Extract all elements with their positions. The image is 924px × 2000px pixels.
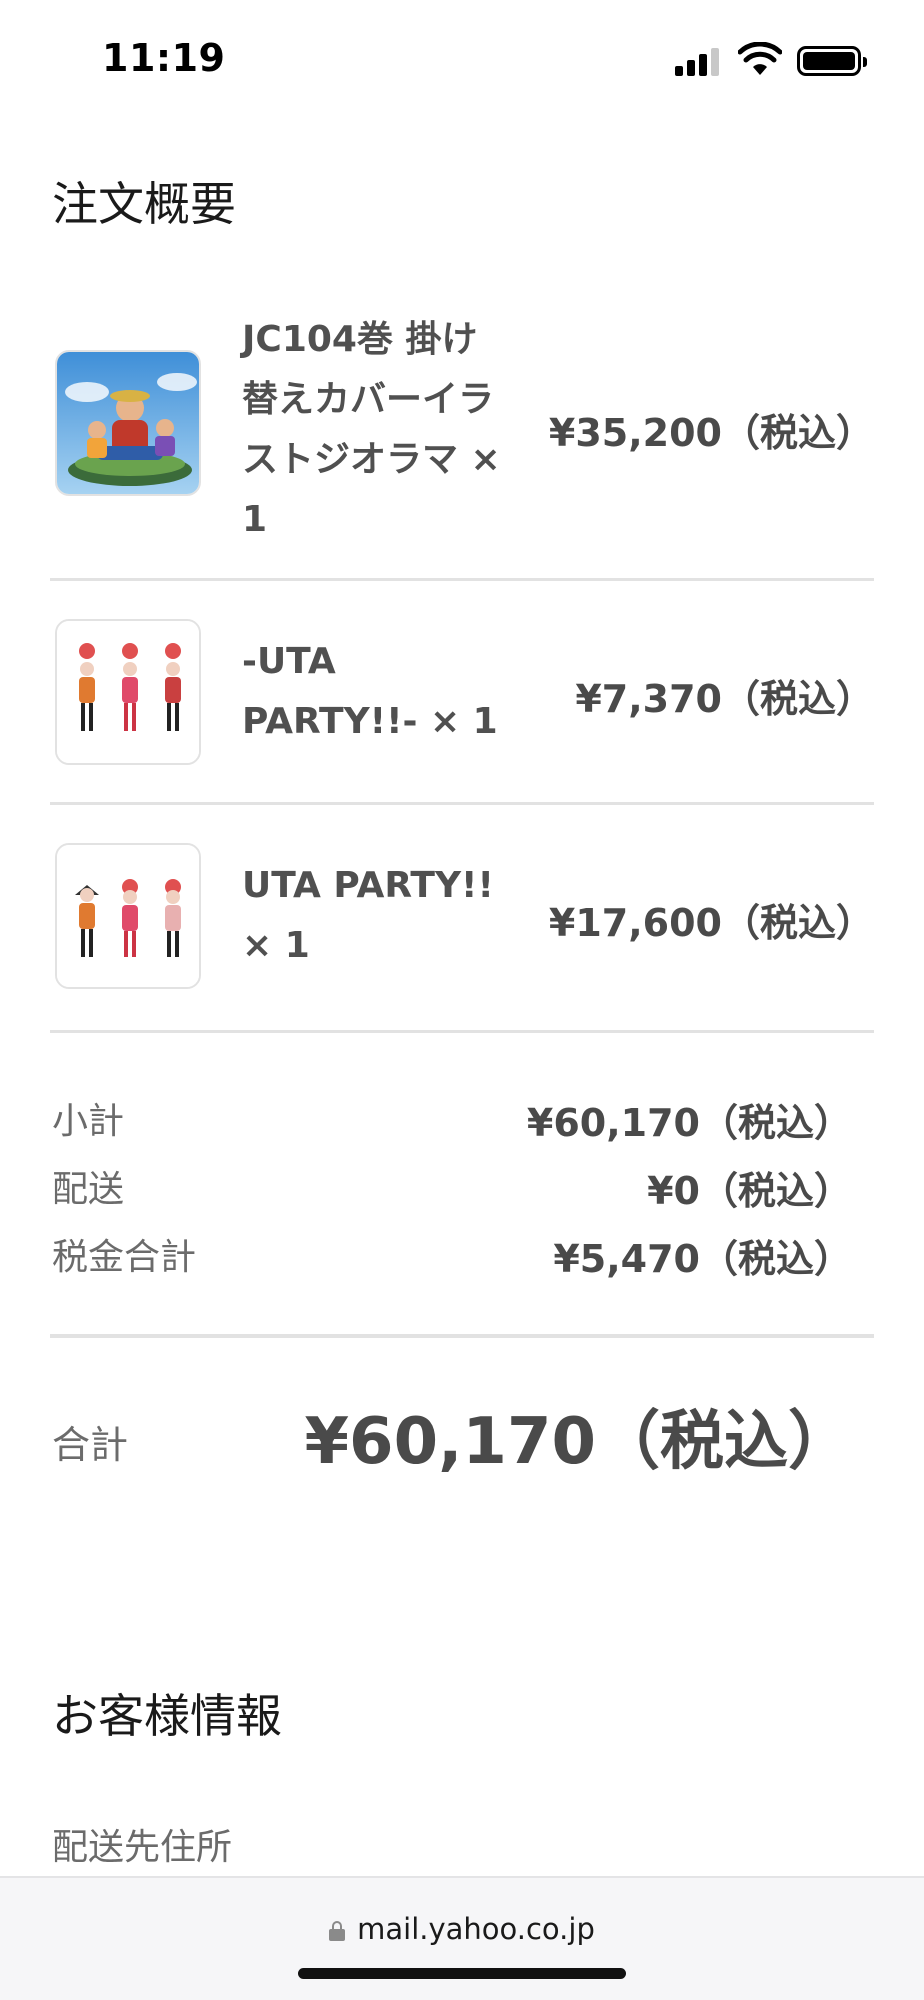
wifi-icon [738,42,782,75]
tax-value: ¥5,470（税込） [553,1237,852,1281]
one-piece-diorama-figure-icon [57,352,199,494]
divider [50,1334,874,1338]
item-name: JC104巻 掛け替えカバーイラストジオラマ × 1 [242,319,501,540]
item-name: UTA PARTY!! × 1 [242,865,494,966]
divider [50,578,874,581]
subtotal-label: 小計 [52,1101,125,1142]
total-value: ¥60,170（税込） [304,1405,853,1479]
total-label: 合計 [52,1423,129,1467]
item-price: ¥35,200（税込） [548,411,874,455]
uta-figures-icon [57,621,199,763]
status-time: 11:19 [102,36,226,80]
subtotal-value: ¥60,170（税込） [526,1101,852,1145]
order-item: -UTA PARTY!!- × 1 ¥7,370（税込） [50,600,874,790]
product-thumbnail[interactable] [55,619,201,765]
shipping-label: 配送 [52,1169,125,1210]
order-summary-title: 注文概要 [52,177,236,231]
order-item: UTA PARTY!! × 1 ¥17,600（税込） [50,824,874,1014]
customer-info-title: お客様情報 [52,1689,282,1743]
home-indicator[interactable] [298,1968,626,1979]
status-bar: 11:19 [0,0,924,120]
total-row: 合計 ¥60,170（税込） [52,1390,852,1480]
order-item: JC104巻 掛け替えカバーイラストジオラマ × 1 ¥35,200（税込） [50,310,874,550]
subtotal-row: 小計 ¥60,170（税込） [52,1092,852,1145]
tax-row: 税金合計 ¥5,470（税込） [52,1228,852,1281]
divider [50,802,874,805]
item-price: ¥7,370（税込） [575,677,874,721]
shipping-row: 配送 ¥0（税込） [52,1160,852,1213]
item-name: -UTA PARTY!!- × 1 [242,641,498,742]
shipping-value: ¥0（税込） [647,1169,852,1213]
product-thumbnail[interactable] [55,350,201,496]
divider [50,1030,874,1033]
uta-figures-icon [57,845,199,987]
lock-icon [329,1921,346,1941]
browser-url-bar[interactable]: mail.yahoo.co.jp [0,1876,924,2000]
tax-label: 税金合計 [52,1237,197,1278]
shipping-address-label: 配送先住所 [52,1827,233,1868]
product-thumbnail[interactable] [55,843,201,989]
battery-icon [797,46,867,76]
url-text: mail.yahoo.co.jp [357,1912,595,1946]
item-price: ¥17,600（税込） [548,901,874,945]
cellular-signal-icon [675,46,723,76]
